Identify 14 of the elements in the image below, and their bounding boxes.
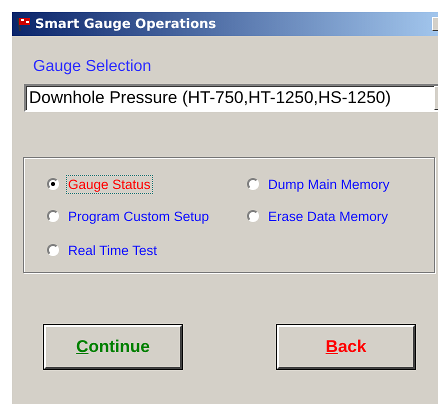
option-label[interactable]: Dump Main Memory [266,174,392,194]
gauge-dropdown[interactable]: Downhole Pressure (HT-750,HT-1250,HS-1250) [24,84,438,112]
option-label[interactable]: Erase Data Memory [266,206,390,226]
gauge-selection-label: Gauge Selection [33,58,152,76]
continue-button[interactable]: Continue [44,325,182,369]
radio-button[interactable] [47,210,59,222]
radio-button[interactable] [47,178,59,190]
flag-icon [16,16,32,32]
radio-button[interactable] [47,244,59,256]
window-title: Smart Gauge Operations [35,16,216,32]
radio-button[interactable] [247,178,259,190]
radio-button[interactable] [247,210,259,222]
option-label[interactable]: Program Custom Setup [66,206,212,226]
option-label[interactable]: Real Time Test [66,240,160,260]
